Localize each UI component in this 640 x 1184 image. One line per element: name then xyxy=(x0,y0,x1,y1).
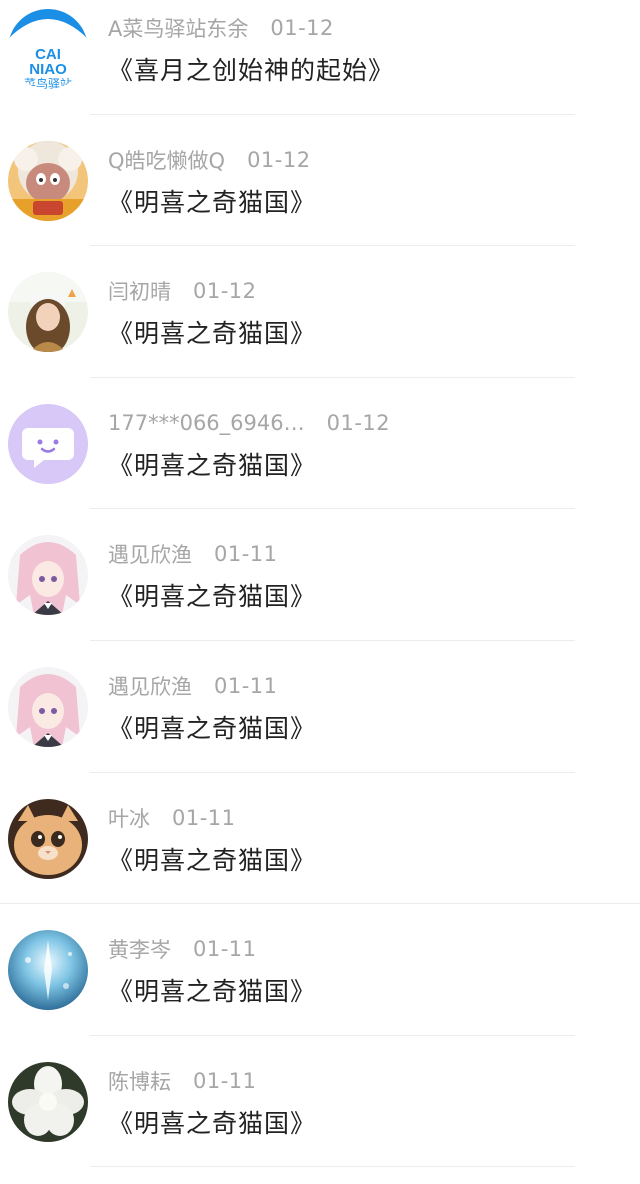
comment-list: CAI NIAO 菜鸟驿站 A菜鸟驿站东余 01-12 《喜月之创始神的起始》 xyxy=(0,0,640,1168)
list-item[interactable]: 黄李岑 01-11 《明喜之奇猫国》 xyxy=(0,904,640,1036)
comment-date: 01-11 xyxy=(193,937,257,962)
comment-meta: 遇见欣渔 01-11 xyxy=(108,539,278,569)
comment-text: 《明喜之奇猫国》 xyxy=(108,1108,317,1138)
comment-text: 《明喜之奇猫国》 xyxy=(108,977,317,1007)
logo-text-3: 菜鸟驿站 xyxy=(24,76,72,89)
comment-date: 01-12 xyxy=(193,279,257,304)
comment-date: 01-11 xyxy=(172,805,236,830)
fantasy-art-avatar[interactable] xyxy=(8,930,88,1011)
comment-date: 01-11 xyxy=(214,673,278,698)
white-flower-avatar[interactable] xyxy=(8,1061,88,1142)
comment-text: 《明喜之奇猫国》 xyxy=(108,845,317,875)
list-item[interactable]: 闫初晴 01-12 《明喜之奇猫国》 xyxy=(0,246,640,378)
comment-date: 01-12 xyxy=(247,147,311,172)
comment-text: 《明喜之奇猫国》 xyxy=(108,582,317,612)
comment-text: 《明喜之奇猫国》 xyxy=(108,187,317,217)
comment-meta: 遇见欣渔 01-11 xyxy=(108,671,278,701)
user-name[interactable]: 叶冰 xyxy=(108,803,150,833)
comment-text: 《明喜之奇猫国》 xyxy=(108,319,317,349)
user-name[interactable]: 遇见欣渔 xyxy=(108,539,192,569)
list-item[interactable]: CAI NIAO 菜鸟驿站 A菜鸟驿站东余 01-12 《喜月之创始神的起始》 xyxy=(0,0,640,115)
user-name[interactable]: 闫初晴 xyxy=(108,276,171,306)
comment-text: 《明喜之奇猫国》 xyxy=(108,450,317,480)
divider xyxy=(90,1166,575,1168)
comment-date: 01-12 xyxy=(270,16,334,40)
list-item[interactable]: 177***066_6946… 01-12 《明喜之奇猫国》 xyxy=(0,378,640,510)
comment-meta: 177***066_6946… 01-12 xyxy=(108,408,390,438)
list-item[interactable]: 叶冰 01-11 《明喜之奇猫国》 xyxy=(0,773,640,905)
comment-text: 《明喜之奇猫国》 xyxy=(108,713,317,743)
comment-meta: Q皓吃懒做Q 01-12 xyxy=(108,145,311,175)
user-name[interactable]: 177***066_6946… xyxy=(108,411,305,435)
comment-meta: 叶冰 01-11 xyxy=(108,803,236,833)
anime-girl-avatar[interactable] xyxy=(8,535,88,616)
cainiao-logo-avatar[interactable]: CAI NIAO 菜鸟驿站 xyxy=(8,9,88,89)
user-name[interactable]: Q皓吃懒做Q xyxy=(108,145,225,175)
user-name[interactable]: 黄李岑 xyxy=(108,934,171,964)
cat-photo-avatar[interactable] xyxy=(8,798,88,879)
logo-text-2: NIAO xyxy=(29,61,67,78)
list-item[interactable]: Q皓吃懒做Q 01-12 《明喜之奇猫国》 xyxy=(0,115,640,247)
user-name[interactable]: A菜鸟驿站东余 xyxy=(108,13,248,43)
user-name[interactable]: 陈博耘 xyxy=(108,1066,171,1096)
list-item[interactable]: 遇见欣渔 01-11 《明喜之奇猫国》 xyxy=(0,509,640,641)
comment-text: 《喜月之创始神的起始》 xyxy=(108,56,395,85)
comment-date: 01-12 xyxy=(326,410,391,435)
list-item[interactable]: 遇见欣渔 01-11 《明喜之奇猫国》 xyxy=(0,641,640,773)
anime-girl-avatar[interactable] xyxy=(8,666,88,747)
comment-date: 01-11 xyxy=(193,1068,257,1093)
cartoon-sheep-avatar[interactable] xyxy=(8,140,88,221)
list-item[interactable]: 陈博耘 01-11 《明喜之奇猫国》 xyxy=(0,1036,640,1168)
comment-meta: A菜鸟驿站东余 01-12 xyxy=(108,13,334,43)
comment-meta: 陈博耘 01-11 xyxy=(108,1066,257,1096)
comment-date: 01-11 xyxy=(214,542,278,567)
comment-meta: 黄李岑 01-11 xyxy=(108,934,257,964)
default-chat-avatar[interactable] xyxy=(8,403,88,484)
comment-meta: 闫初晴 01-12 xyxy=(108,276,257,306)
girl-photo-avatar[interactable] xyxy=(8,272,88,353)
user-name[interactable]: 遇见欣渔 xyxy=(108,671,192,701)
